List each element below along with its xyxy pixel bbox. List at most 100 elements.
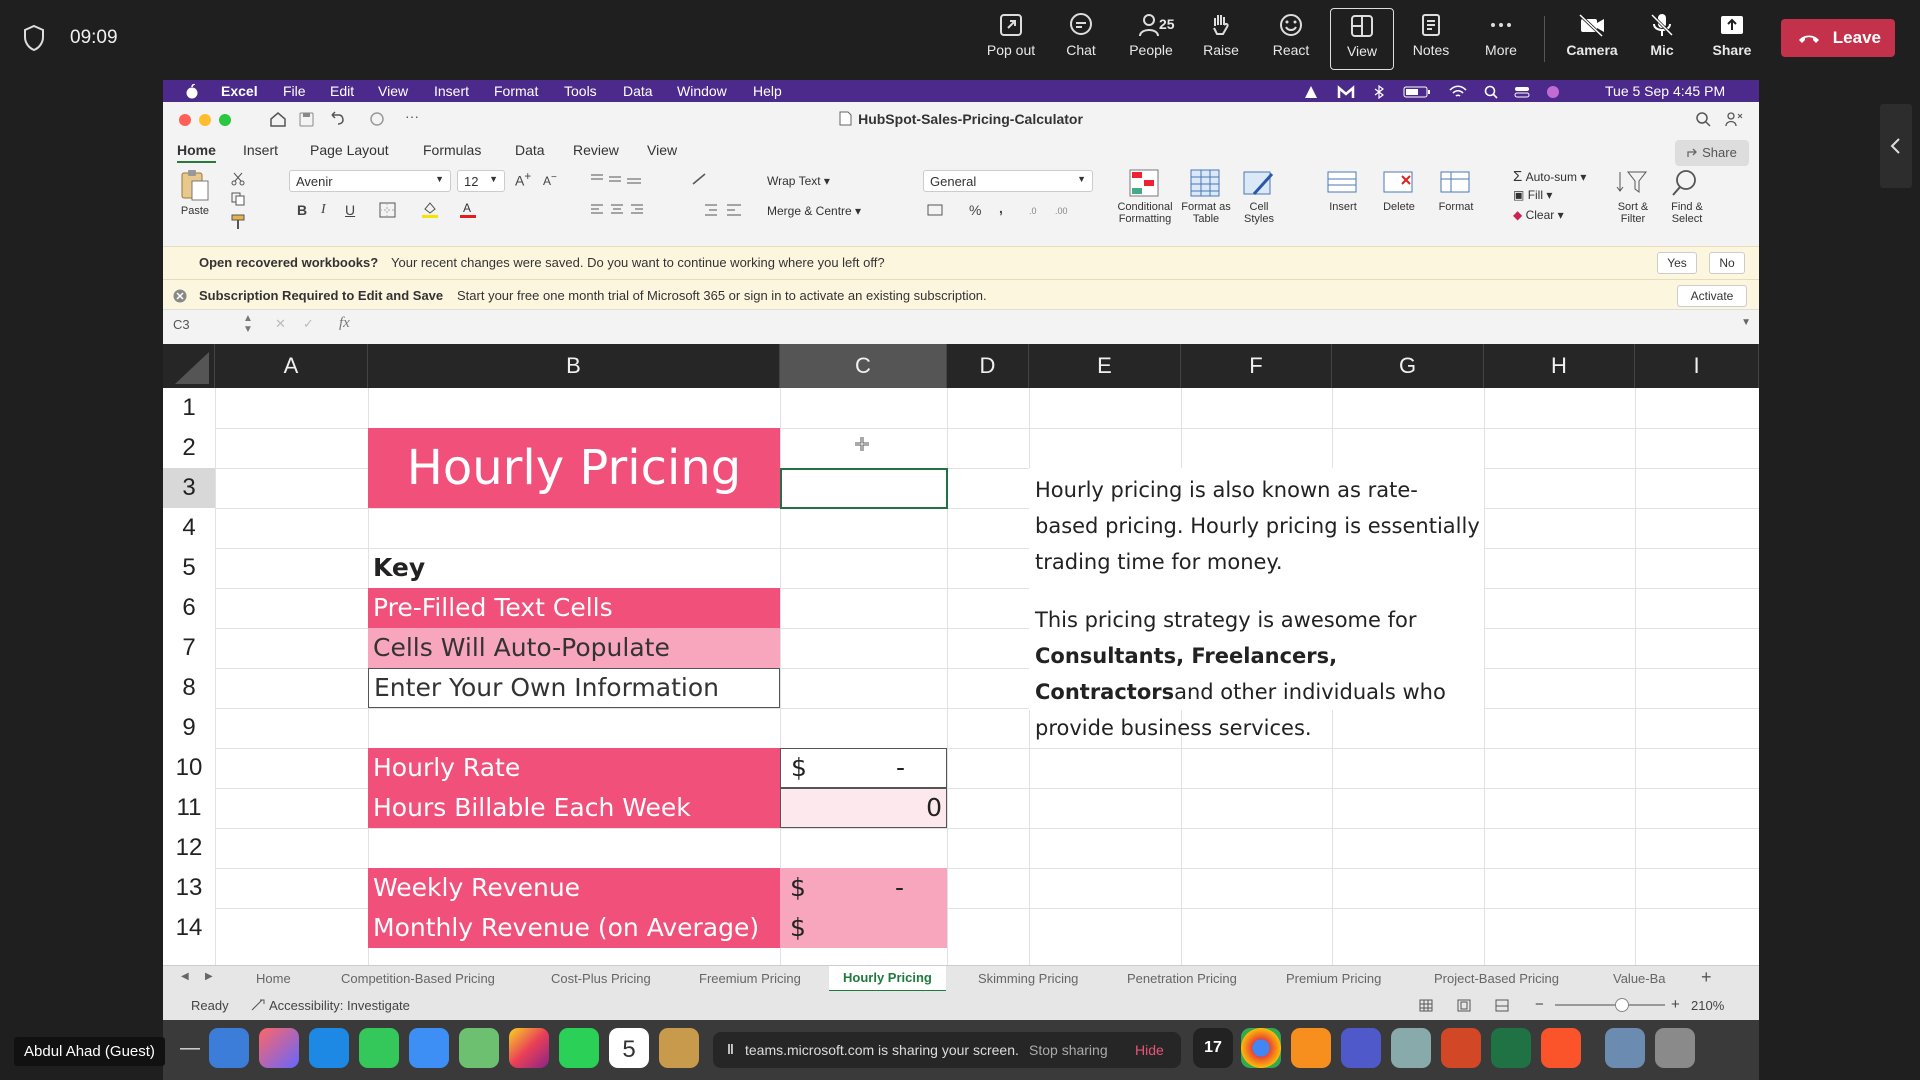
spotlight-search-icon[interactable] [1484,85,1499,99]
facetime-app-icon[interactable] [559,1028,599,1068]
mac-clock[interactable]: Tue 5 Sep 4:45 PM [1605,83,1725,99]
page-break-view-icon[interactable] [1495,999,1509,1012]
mac-menu-window[interactable]: Window [677,83,727,99]
minimize-self-view-icon[interactable]: — [180,1037,200,1060]
row-header-9[interactable]: 9 [163,708,215,748]
weekly-revenue-label[interactable]: Weekly Revenue [368,868,780,908]
sheet-tab-skimming[interactable]: Skimming Pricing [978,971,1078,986]
column-header-c[interactable]: C [780,344,947,388]
delete-cells-button[interactable]: Delete [1377,168,1421,213]
currency-icon[interactable] [927,202,951,218]
row-header-3[interactable]: 3 [163,468,215,508]
description-box[interactable]: Hourly pricing is also known as rate-bas… [1029,468,1484,740]
mic-button[interactable]: Mic [1630,12,1694,68]
chrome-app-icon[interactable] [1241,1028,1281,1068]
add-sheet-button[interactable]: + [1701,967,1712,988]
column-header-i[interactable]: I [1635,344,1759,388]
wrap-text-button[interactable]: Wrap Text ▾ [767,174,830,188]
indent-icon[interactable] [703,202,743,218]
more-button[interactable]: More [1469,12,1533,68]
find-select-button[interactable]: Find & Select [1665,168,1709,225]
maps-app-icon[interactable] [459,1028,499,1068]
activate-button[interactable]: Activate [1677,285,1747,307]
mac-menu-edit[interactable]: Edit [330,83,354,99]
vlc-app-icon[interactable] [1291,1028,1331,1068]
hourly-rate-input[interactable]: $ - [780,748,947,788]
function-icon[interactable]: fx [339,315,350,332]
launchpad-app-icon[interactable] [259,1028,299,1068]
app-status-icon[interactable] [1337,85,1355,99]
mac-menu-help[interactable]: Help [753,83,782,99]
side-panel-toggle[interactable] [1880,104,1912,188]
tab-home[interactable]: Home [177,142,216,163]
camera-button[interactable]: Camera [1560,12,1624,68]
recover-no-button[interactable]: No [1709,252,1745,274]
cancel-entry-icon[interactable]: ✕ [275,316,286,332]
vlc-icon[interactable] [1303,85,1319,99]
tab-page-layout[interactable]: Page Layout [310,142,389,158]
row-header-12[interactable]: 12 [163,828,215,868]
sheet-scroll-prev-icon[interactable]: ◀ [181,971,189,982]
hide-sharing-bar-button[interactable]: Hide [1135,1042,1164,1058]
underline-button[interactable]: U [345,202,355,218]
row-header-13[interactable]: 13 [163,868,215,908]
control-center-icon[interactable] [1514,85,1530,99]
powerpoint-app-icon[interactable] [1441,1028,1481,1068]
format-cells-button[interactable]: Format [1433,168,1479,213]
confirm-entry-icon[interactable]: ✓ [303,316,314,332]
tab-insert[interactable]: Insert [243,142,278,158]
zoom-slider-thumb[interactable] [1615,998,1629,1012]
bold-button[interactable]: B [297,202,307,218]
paste-button[interactable]: Paste [175,168,215,217]
leave-button[interactable]: Leave [1781,19,1895,57]
mail-app-icon[interactable] [409,1028,449,1068]
clear-button[interactable]: ◆ Clear ▾ [1513,208,1564,222]
apple-icon[interactable] [185,84,199,99]
fill-color-icon[interactable] [421,200,439,218]
sheet-tab-project-based[interactable]: Project-Based Pricing [1434,971,1559,986]
format-as-table-button[interactable]: Format as Table [1181,168,1231,225]
align-top-icon[interactable] [589,172,643,188]
column-header-h[interactable]: H [1484,344,1635,388]
column-header-b[interactable]: B [368,344,780,388]
finder-app-icon[interactable] [209,1028,249,1068]
mac-menu-tools[interactable]: Tools [564,83,597,99]
name-box-stepper-icon[interactable]: ▲ ▼ [243,313,253,335]
sheet-scroll-next-icon[interactable]: ▶ [205,971,213,982]
mac-menu-insert[interactable]: Insert [434,83,469,99]
sheet-tab-cost-plus[interactable]: Cost-Plus Pricing [551,971,651,986]
row-header-8[interactable]: 8 [163,668,215,708]
sheet-tab-value-based[interactable]: Value-Ba [1613,971,1666,986]
copy-icon[interactable] [231,192,245,206]
zoom-in-button[interactable]: + [1671,996,1680,1013]
mac-menu-format[interactable]: Format [494,83,538,99]
calendar-app-icon[interactable]: 5 [609,1028,649,1068]
preview-app-icon[interactable] [1391,1028,1431,1068]
formula-input[interactable] [363,313,1733,337]
insert-cells-button[interactable]: Insert [1323,168,1363,213]
tab-data[interactable]: Data [515,142,545,158]
percent-button[interactable]: % [969,202,981,218]
normal-view-icon[interactable] [1419,999,1433,1012]
react-button[interactable]: React [1259,12,1323,68]
notes-app-icon[interactable] [659,1028,699,1068]
people-button[interactable]: 25 People [1119,12,1183,68]
orientation-icon[interactable] [691,170,713,188]
column-header-e[interactable]: E [1029,344,1181,388]
sheet-tab-premium[interactable]: Premium Pricing [1286,971,1381,986]
borders-icon[interactable] [379,202,397,218]
row-header-14[interactable]: 14 [163,908,215,948]
collaborate-icon[interactable] [1725,111,1743,127]
safari-app-icon[interactable] [309,1028,349,1068]
name-box[interactable]: C3 [173,317,190,332]
pause-sharing-icon[interactable]: ‖ [727,1041,734,1057]
view-button[interactable]: View [1330,8,1394,70]
key-heading[interactable]: Key [373,549,425,587]
column-header-d[interactable]: D [947,344,1029,388]
capcut-app-icon[interactable]: 17 [1193,1028,1233,1068]
chat-button[interactable]: Chat [1049,12,1113,68]
row-header-4[interactable]: 4 [163,508,215,548]
key-autopopulate-cell[interactable]: Cells Will Auto-Populate [368,628,780,668]
mac-menu-file[interactable]: File [283,83,306,99]
selected-cell-c3[interactable] [780,468,948,509]
